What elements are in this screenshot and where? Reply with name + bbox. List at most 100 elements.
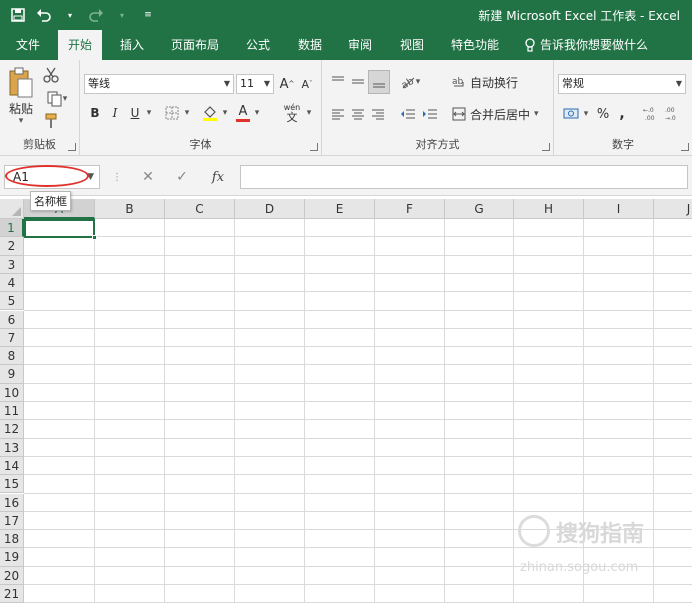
formula-input[interactable] <box>240 165 688 189</box>
align-center-icon[interactable] <box>348 104 368 124</box>
merge-center-button[interactable]: 合并后居中 ▾ <box>452 104 546 124</box>
column-header-g[interactable]: G <box>445 199 514 219</box>
column-header-j[interactable]: J <box>654 199 692 219</box>
accounting-format-icon[interactable] <box>560 104 582 124</box>
tab-insert[interactable]: 插入 <box>110 30 154 60</box>
tab-special-features[interactable]: 特色功能 <box>444 30 506 60</box>
row-header-15[interactable]: 15 <box>0 475 24 494</box>
decrease-decimal-icon[interactable]: .00 →.0 <box>664 104 684 124</box>
number-launcher-icon[interactable] <box>681 143 689 151</box>
bold-button[interactable]: B <box>86 102 104 124</box>
tab-home[interactable]: 开始 <box>58 30 102 61</box>
decrease-indent-icon[interactable] <box>398 104 418 124</box>
number-format-dropdown[interactable]: 常规 ▼ <box>558 74 686 94</box>
row-header-8[interactable]: 8 <box>0 347 24 366</box>
column-header-c[interactable]: C <box>165 199 235 219</box>
row-header-9[interactable]: 9 <box>0 365 24 384</box>
font-color-dropdown-icon[interactable]: ▾ <box>252 102 262 124</box>
row-header-6[interactable]: 6 <box>0 310 24 329</box>
row-header-20[interactable]: 20 <box>0 566 24 585</box>
column-header-f[interactable]: F <box>375 199 445 219</box>
row-header-11[interactable]: 11 <box>0 402 24 421</box>
font-color-button[interactable]: A <box>234 102 252 124</box>
paste-dropdown-icon[interactable]: ▾ <box>14 116 28 126</box>
cancel-icon[interactable]: ✕ <box>136 166 160 188</box>
font-size-dropdown[interactable]: 11 ▼ <box>236 74 274 94</box>
borders-icon[interactable] <box>162 102 182 124</box>
paste-button[interactable]: 粘贴 <box>6 100 36 116</box>
comma-style-button[interactable]: , <box>614 104 630 124</box>
clipboard-launcher-icon[interactable] <box>68 143 76 151</box>
row-header-12[interactable]: 12 <box>0 420 24 439</box>
column-header-h[interactable]: H <box>514 199 584 219</box>
undo-dropdown-icon[interactable]: ▾ <box>60 4 80 26</box>
underline-dropdown-icon[interactable]: ▾ <box>144 102 154 124</box>
paste-icon[interactable] <box>6 66 36 100</box>
tab-review[interactable]: 审阅 <box>338 30 382 60</box>
column-header-e[interactable]: E <box>305 199 375 219</box>
tab-view[interactable]: 视图 <box>390 30 434 60</box>
active-cell[interactable] <box>24 219 95 238</box>
column-header-b[interactable]: B <box>95 199 165 219</box>
row-header-21[interactable]: 21 <box>0 585 24 603</box>
row-header-13[interactable]: 13 <box>0 438 24 457</box>
format-painter-icon[interactable] <box>42 112 60 130</box>
row-header-3[interactable]: 3 <box>0 255 24 274</box>
row-header-10[interactable]: 10 <box>0 383 24 402</box>
column-header-i[interactable]: I <box>584 199 654 219</box>
insert-function-button[interactable]: fx <box>206 166 230 188</box>
row-header-5[interactable]: 5 <box>0 292 24 311</box>
redo-dropdown-icon[interactable]: ▾ <box>112 4 132 26</box>
tell-me-box[interactable]: 告诉我你想要做什么 <box>524 30 648 60</box>
row-header-17[interactable]: 17 <box>0 511 24 531</box>
enter-icon[interactable]: ✓ <box>170 166 194 188</box>
chevron-down-icon[interactable]: ▾ <box>534 109 539 119</box>
row-header-16[interactable]: 16 <box>0 493 24 512</box>
row-header-19[interactable]: 19 <box>0 548 24 567</box>
percent-style-button[interactable]: % <box>594 104 612 124</box>
increase-indent-icon[interactable] <box>420 104 440 124</box>
increase-decimal-icon[interactable]: ←.0.00 <box>642 104 662 124</box>
fill-handle[interactable] <box>92 235 97 240</box>
tab-data[interactable]: 数据 <box>288 30 332 60</box>
copy-icon[interactable]: ▾ <box>42 90 72 108</box>
cut-icon[interactable] <box>42 66 60 84</box>
qat-customize-icon[interactable]: ≡ <box>138 4 158 26</box>
borders-dropdown-icon[interactable]: ▾ <box>182 102 192 124</box>
row-header-4[interactable]: 4 <box>0 273 24 293</box>
accounting-dropdown-icon[interactable]: ▾ <box>582 104 590 124</box>
formula-bar-separator[interactable]: ⋮ <box>112 172 122 183</box>
font-launcher-icon[interactable] <box>310 143 318 151</box>
redo-icon[interactable] <box>86 4 106 26</box>
top-align-icon[interactable] <box>328 72 348 92</box>
align-right-icon[interactable] <box>368 104 388 124</box>
row-header-2[interactable]: 2 <box>0 237 24 256</box>
wrap-text-button[interactable]: ab 自动换行 <box>452 72 526 92</box>
save-icon[interactable] <box>8 4 28 26</box>
wrap-text-icon: ab <box>452 77 464 87</box>
alignment-launcher-icon[interactable] <box>542 143 550 151</box>
underline-button[interactable]: U <box>126 102 144 124</box>
bottom-align-icon[interactable] <box>368 70 390 94</box>
fill-color-dropdown-icon[interactable]: ▾ <box>220 102 230 124</box>
shrink-font-button[interactable]: Aˇ <box>298 74 316 94</box>
font-name-dropdown[interactable]: 等线 ▼ <box>84 74 234 94</box>
orientation-icon[interactable]: ab ▾ <box>398 72 422 92</box>
undo-icon[interactable] <box>34 4 54 26</box>
tab-formulas[interactable]: 公式 <box>236 30 280 60</box>
tab-page-layout[interactable]: 页面布局 <box>164 30 226 60</box>
grow-font-button[interactable]: A ^ <box>278 74 296 94</box>
align-left-icon[interactable] <box>328 104 348 124</box>
italic-button[interactable]: I <box>106 102 124 124</box>
row-header-18[interactable]: 18 <box>0 530 24 549</box>
row-header-7[interactable]: 7 <box>0 328 24 348</box>
phonetic-dropdown-icon[interactable]: ▾ <box>304 102 314 124</box>
phonetic-guide-button[interactable]: wén 文 <box>280 102 304 124</box>
middle-align-icon[interactable] <box>348 72 368 92</box>
fill-color-icon[interactable] <box>200 102 220 124</box>
column-header-d[interactable]: D <box>235 199 305 219</box>
tab-file[interactable]: 文件 <box>6 30 50 60</box>
select-all-button[interactable] <box>0 199 24 219</box>
row-header-1[interactable]: 1 <box>0 219 24 238</box>
row-header-14[interactable]: 14 <box>0 456 24 476</box>
